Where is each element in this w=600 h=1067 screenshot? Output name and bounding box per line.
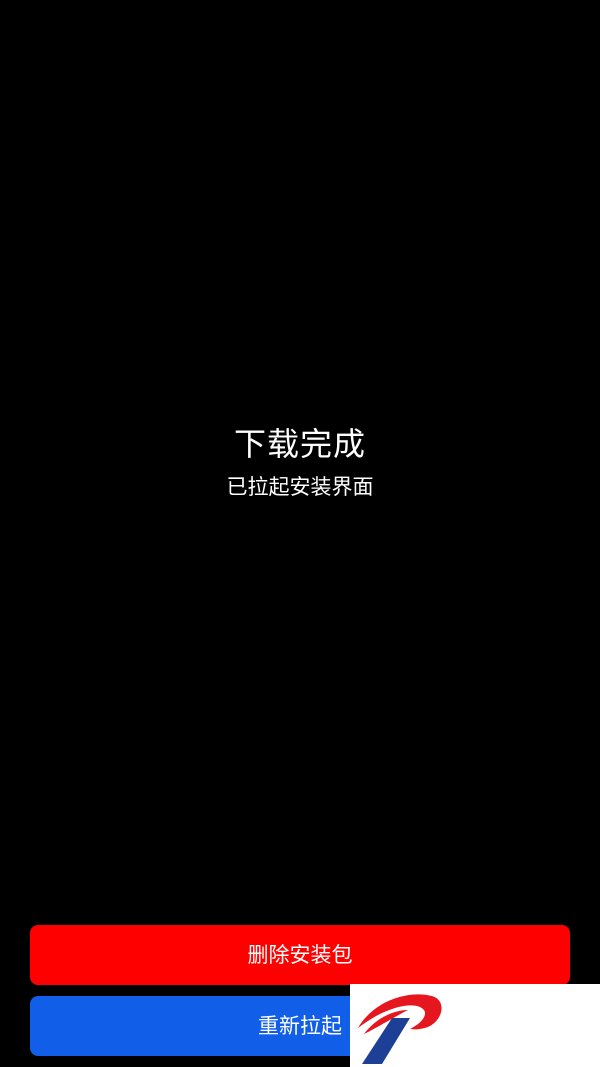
watermark-logo	[350, 984, 600, 1067]
delete-package-button[interactable]: 删除安装包	[30, 925, 570, 985]
status-message: 已拉起安装界面	[226, 475, 374, 499]
p-logo-icon	[358, 994, 442, 1064]
download-complete-screen: 下载完成 已拉起安装界面 删除安装包 重新拉起	[0, 0, 600, 1067]
page-title: 下载完成	[233, 425, 366, 463]
status-block: 下载完成 已拉起安装界面	[0, 420, 600, 502]
